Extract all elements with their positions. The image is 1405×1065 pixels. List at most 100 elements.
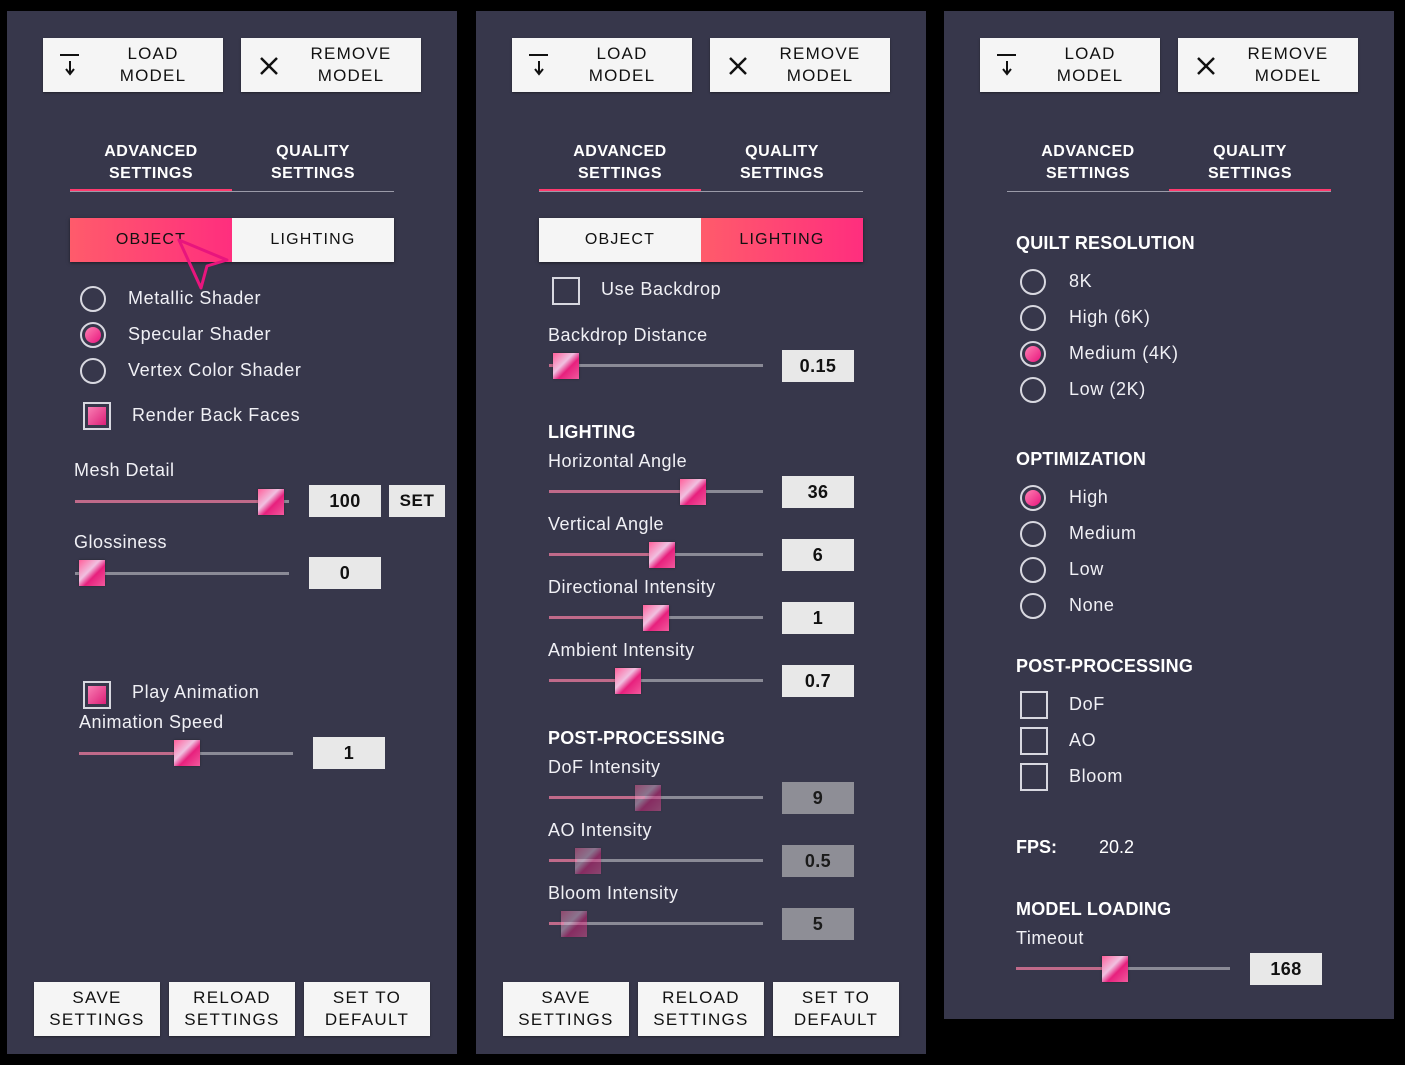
tab-quality-settings[interactable]: QUALITY SETTINGS <box>701 141 863 191</box>
load-model-label: LOAD MODEL <box>119 44 187 85</box>
optimization-heading: OPTIMIZATION <box>1016 449 1147 469</box>
timeout-value[interactable]: 168 <box>1250 953 1322 985</box>
ao-checkbox[interactable] <box>1020 727 1048 755</box>
ambient-intensity-value[interactable]: 0.7 <box>782 665 854 697</box>
dof-intensity-value[interactable]: 9 <box>782 782 854 814</box>
segment-lighting[interactable]: LIGHTING <box>701 218 863 262</box>
ao-label: AO <box>1069 730 1097 750</box>
glossiness-slider-thumb[interactable] <box>79 560 105 586</box>
bloom-label: Bloom <box>1069 766 1124 786</box>
dof-checkbox[interactable] <box>1020 691 1048 719</box>
radio-quilt-medium[interactable] <box>1020 341 1046 367</box>
quilt-8k-label: 8K <box>1069 271 1093 291</box>
radio-optimization-low[interactable] <box>1020 557 1046 583</box>
radio-quilt-high[interactable] <box>1020 305 1046 331</box>
mesh-detail-slider[interactable] <box>75 500 289 503</box>
remove-model-button[interactable]: REMOVE MODEL <box>241 38 421 92</box>
mesh-detail-slider-thumb[interactable] <box>258 489 284 515</box>
horizontal-angle-value[interactable]: 36 <box>782 476 854 508</box>
radio-optimization-none[interactable] <box>1020 593 1046 619</box>
save-settings-button[interactable]: SAVE SETTINGS <box>34 982 160 1036</box>
set-to-default-button[interactable]: SET TO DEFAULT <box>773 982 899 1036</box>
quilt-resolution-heading: QUILT RESOLUTION <box>1016 233 1195 253</box>
animation-speed-slider-thumb[interactable] <box>174 740 200 766</box>
settings-tabs: ADVANCED SETTINGS QUALITY SETTINGS <box>1007 139 1331 192</box>
close-icon <box>729 57 747 75</box>
optimization-none-label: None <box>1069 595 1115 615</box>
dof-intensity-slider-thumb[interactable] <box>635 785 661 811</box>
horizontal-angle-slider-thumb[interactable] <box>680 479 706 505</box>
backdrop-distance-slider-thumb[interactable] <box>553 353 579 379</box>
fps-label: FPS: <box>1016 837 1058 857</box>
remove-model-label: REMOVE MODEL <box>310 44 392 85</box>
render-back-faces-checkbox[interactable] <box>83 402 111 430</box>
glossiness-slider[interactable] <box>75 572 289 575</box>
reload-settings-button[interactable]: RELOAD SETTINGS <box>638 982 764 1036</box>
post-processing-heading: POST-PROCESSING <box>1016 656 1194 676</box>
advanced-lighting-panel: LOAD MODEL REMOVE MODEL ADVANCED SETTING… <box>476 11 926 1054</box>
segment-object[interactable]: OBJECT <box>539 218 701 262</box>
tab-advanced-settings[interactable]: ADVANCED SETTINGS <box>1007 141 1169 191</box>
download-icon <box>997 54 1016 76</box>
remove-model-label: REMOVE MODEL <box>779 44 861 85</box>
set-button[interactable]: SET <box>389 485 445 517</box>
quilt-medium-label: Medium (4K) <box>1069 343 1179 363</box>
timeout-slider-thumb[interactable] <box>1102 956 1128 982</box>
cursor-arrow-icon <box>177 238 229 290</box>
radio-metallic-shader[interactable] <box>80 286 106 312</box>
advanced-object-panel: LOAD MODEL REMOVE MODEL ADVANCED SETTING… <box>7 11 457 1054</box>
load-model-button[interactable]: LOAD MODEL <box>980 38 1160 92</box>
tab-advanced-settings[interactable]: ADVANCED SETTINGS <box>70 141 232 191</box>
directional-intensity-label: Directional Intensity <box>548 577 716 597</box>
ao-intensity-value[interactable]: 0.5 <box>782 845 854 877</box>
object-lighting-toggle: OBJECT LIGHTING <box>539 218 863 262</box>
load-model-button[interactable]: LOAD MODEL <box>43 38 223 92</box>
radio-optimization-high[interactable] <box>1020 485 1046 511</box>
bloom-intensity-value[interactable]: 5 <box>782 908 854 940</box>
load-model-label: LOAD MODEL <box>1056 44 1124 85</box>
use-backdrop-checkbox[interactable] <box>552 277 580 305</box>
tab-advanced-settings[interactable]: ADVANCED SETTINGS <box>539 141 701 191</box>
radio-vertex-color-shader[interactable] <box>80 358 106 384</box>
radio-quilt-8k[interactable] <box>1020 269 1046 295</box>
metallic-shader-label: Metallic Shader <box>128 288 262 308</box>
fps-value: 20.2 <box>1099 837 1135 857</box>
save-settings-button[interactable]: SAVE SETTINGS <box>503 982 629 1036</box>
ambient-intensity-slider-thumb[interactable] <box>615 668 641 694</box>
directional-intensity-value[interactable]: 1 <box>782 602 854 634</box>
segment-lighting[interactable]: LIGHTING <box>232 218 394 262</box>
remove-model-button[interactable]: REMOVE MODEL <box>710 38 890 92</box>
backdrop-distance-slider[interactable] <box>549 364 763 367</box>
radio-specular-shader[interactable] <box>80 322 106 348</box>
bloom-checkbox[interactable] <box>1020 763 1048 791</box>
animation-speed-value[interactable]: 1 <box>313 737 385 769</box>
vertical-angle-label: Vertical Angle <box>548 514 665 534</box>
ambient-intensity-slider[interactable] <box>549 679 763 682</box>
ao-intensity-label: AO Intensity <box>548 820 653 840</box>
remove-model-button[interactable]: REMOVE MODEL <box>1178 38 1358 92</box>
mesh-detail-value[interactable]: 100 <box>309 485 381 517</box>
animation-speed-label: Animation Speed <box>79 712 224 732</box>
radio-optimization-medium[interactable] <box>1020 521 1046 547</box>
render-back-faces-label: Render Back Faces <box>132 405 301 425</box>
radio-quilt-low[interactable] <box>1020 377 1046 403</box>
vertical-angle-value[interactable]: 6 <box>782 539 854 571</box>
tab-quality-settings[interactable]: QUALITY SETTINGS <box>232 141 394 191</box>
tab-quality-settings[interactable]: QUALITY SETTINGS <box>1169 141 1331 191</box>
load-model-button[interactable]: LOAD MODEL <box>512 38 692 92</box>
reload-settings-button[interactable]: RELOAD SETTINGS <box>169 982 295 1036</box>
directional-intensity-slider-thumb[interactable] <box>643 605 669 631</box>
horizontal-angle-slider[interactable] <box>549 490 763 493</box>
ao-intensity-slider-thumb[interactable] <box>575 848 601 874</box>
quality-settings-panel: LOAD MODEL REMOVE MODEL ADVANCED SETTING… <box>944 11 1394 1019</box>
bloom-intensity-slider-thumb[interactable] <box>561 911 587 937</box>
vertical-angle-slider-thumb[interactable] <box>649 542 675 568</box>
glossiness-value[interactable]: 0 <box>309 557 381 589</box>
ambient-intensity-label: Ambient Intensity <box>548 640 695 660</box>
horizontal-angle-label: Horizontal Angle <box>548 451 688 471</box>
play-animation-checkbox[interactable] <box>83 681 111 709</box>
download-icon <box>60 54 79 76</box>
optimization-medium-label: Medium <box>1069 523 1137 543</box>
backdrop-distance-value[interactable]: 0.15 <box>782 350 854 382</box>
set-to-default-button[interactable]: SET TO DEFAULT <box>304 982 430 1036</box>
